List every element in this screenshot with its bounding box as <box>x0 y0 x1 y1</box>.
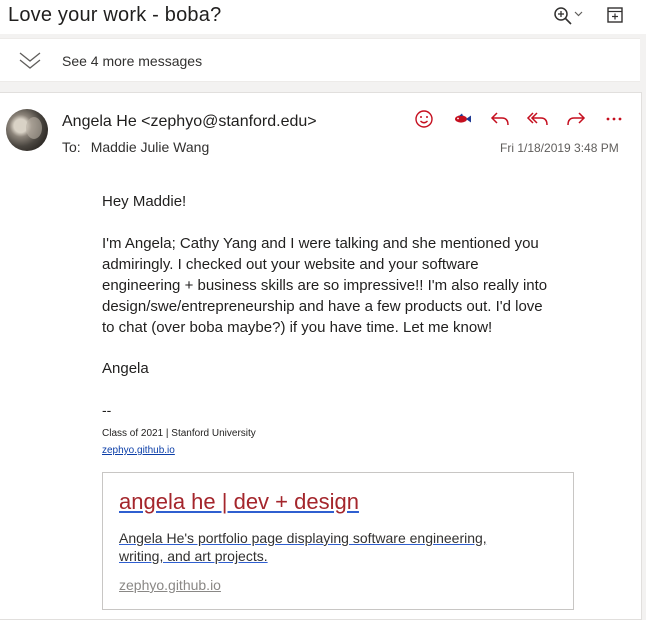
avatar[interactable] <box>6 109 48 151</box>
see-more-messages-button[interactable]: See 4 more messages <box>0 38 640 82</box>
more-actions-icon <box>606 117 622 121</box>
link-preview-url[interactable]: zephyo.github.io <box>119 577 221 593</box>
add-in-button[interactable] <box>450 107 474 131</box>
reply-all-button[interactable] <box>526 107 550 131</box>
reply-icon <box>490 112 509 126</box>
message-paragraph: I'm Angela; Cathy Yang and I were talkin… <box>102 233 548 338</box>
description-line: writing, and art projects. <box>119 548 268 564</box>
open-in-new-window-icon <box>607 7 623 23</box>
link-preview-title[interactable]: angela he | dev + design <box>119 489 359 515</box>
paragraph-line: I'm Angela; Cathy Yang and I were talkin… <box>102 235 539 252</box>
link-preview-description[interactable]: Angela He's portfolio page displaying so… <box>119 529 487 565</box>
link-preview-card[interactable]: angela he | dev + design Angela He's por… <box>102 472 574 610</box>
smiley-icon <box>415 110 433 128</box>
chevron-double-down-icon <box>19 52 41 69</box>
open-in-new-window-button[interactable] <box>606 6 624 24</box>
signoff: Angela <box>102 360 149 377</box>
subject-bar: Love your work - boba? <box>0 0 646 34</box>
sender[interactable]: Angela He <zephyo@stanford.edu> <box>62 113 317 131</box>
signature-separator: -- <box>102 402 112 418</box>
paragraph-line: admiringly. I checked out your website a… <box>102 256 479 273</box>
greeting: Hey Maddie! <box>102 193 187 210</box>
chevron-down-icon <box>574 11 583 17</box>
reply-all-icon <box>526 112 548 126</box>
recipient-name[interactable]: Maddie Julie Wang <box>91 139 210 155</box>
fish-icon <box>455 113 471 123</box>
zoom-button[interactable] <box>552 5 586 27</box>
paragraph-line: engineering + business skills are so imp… <box>102 277 548 294</box>
reply-button[interactable] <box>488 107 512 131</box>
paragraph-line: to chat (over boba maybe?) if you have t… <box>102 319 493 336</box>
forward-button[interactable] <box>564 107 588 131</box>
recipient-row: To: Maddie Julie Wang <box>62 139 209 155</box>
zoom-in-icon <box>554 7 572 25</box>
description-line: Angela He's portfolio page displaying so… <box>119 530 487 546</box>
paragraph-line: design/swe/entrepreneurship and have a f… <box>102 298 543 315</box>
to-label: To: <box>62 139 81 155</box>
see-more-messages-label: See 4 more messages <box>62 53 203 69</box>
forward-icon <box>567 112 586 126</box>
message-datetime: Fri 1/18/2019 3:48 PM <box>500 141 619 155</box>
signature-link[interactable]: zephyo.github.io <box>102 440 175 461</box>
emoji-button[interactable] <box>412 107 436 131</box>
email-subject: Love your work - boba? <box>8 4 222 26</box>
message-card: Angela He <zephyo@stanford.edu> To: Maddi… <box>0 92 642 620</box>
more-actions-button[interactable] <box>602 107 626 131</box>
